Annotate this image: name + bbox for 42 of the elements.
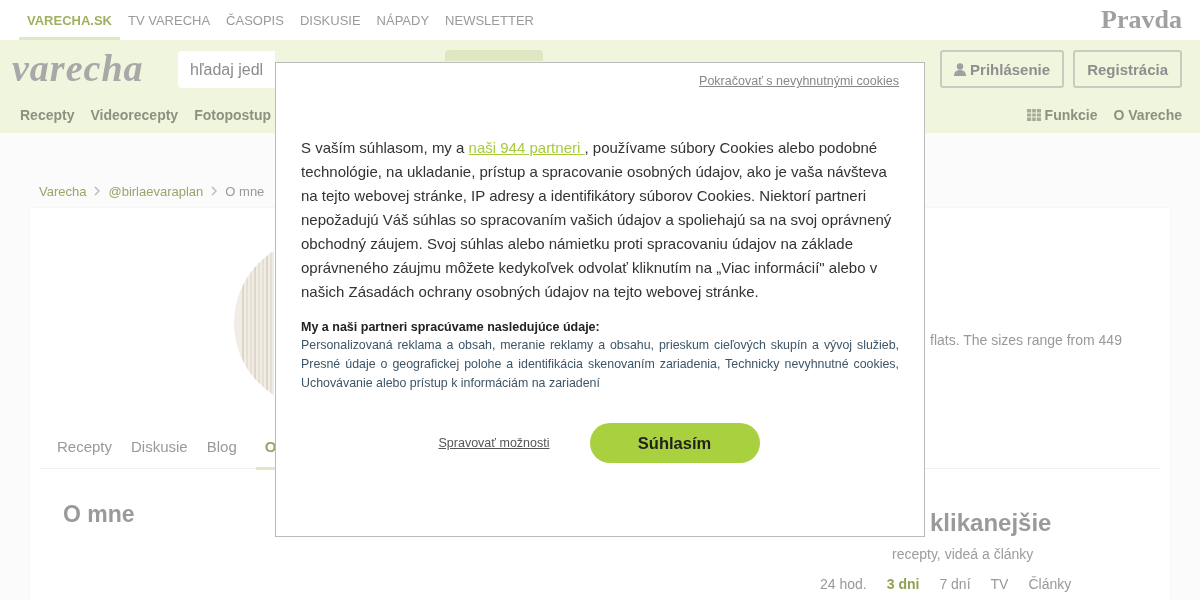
search-field[interactable]: hľadaj jedl [178,51,275,88]
period-tab[interactable]: TV [990,576,1009,592]
consent-text: S vaším súhlasom, my a naši 944 partneri , používame súbory Cookies alebo podobné technológie, na ukladanie, prístup a spracovanie osobných údajov, ako je vaša návšteva na tejto webovej stránke, IP adresy a identifikátory súborov Cookies. Niektorí partneri nepožadujú Váš súhlas so spracovaním vašich údajov a spoliehajú sa na svoj oprávnený obchodný záujem. Svoj súhlas alebo námietku proti spracovaniu údajov na základe oprávneného záujmu môžete kedykoľvek odvolať kliknutím na „Viac informácií" alebo v našich Zásadách ochrany osobných údajov na tejto webovej stránke. [301,138,893,302]
chevron-icon [94,186,101,196]
main-nav-link[interactable]: Funkcie [1026,107,1098,123]
purposes-text: Personalizovaná reklama a obsah, meranie reklamy a obsahu, prieskum cieľových skupín a vývoj služieb, Presné údaje o geografickej polohe a identifikácia skenovaním zariadenia, Technicky nevyhnutné cookies, Uchovávanie alebo prístup k informáciám na zariadení [301,337,899,392]
manage-options-link[interactable]: Spravovať možnosti [438,436,550,450]
period-tab[interactable]: 24 hod. [820,576,867,592]
accept-button[interactable]: Súhlasím [589,423,760,463]
site-logo[interactable]: varecha [12,46,178,90]
register-button[interactable]: Registrácia [1073,50,1182,88]
period-tab[interactable]: 7 dní [939,576,971,592]
section-subtitle: recepty, videá a články [892,546,1035,562]
breadcrumb-link[interactable]: @birlaevaraplan [108,183,204,199]
search-button[interactable] [445,50,543,61]
continue-link[interactable]: Pokračovať s nevyhnutnými cookies [699,74,899,88]
top-nav-link[interactable]: DISKUSIE [291,3,369,40]
top-nav-link[interactable]: NÁPADY [368,3,438,40]
brand-logo[interactable]: Pravda [1101,5,1182,35]
table-icon [1026,109,1041,121]
user-icon [954,62,967,76]
main-nav-link[interactable]: Fotopostup [194,107,272,123]
breadcrumb-current: O mne [225,183,265,199]
purposes-heading: My a naši partneri spracúvame nasledujúce údaje: [301,320,601,334]
section-title: O mne [63,501,135,529]
partners-link[interactable]: naši 944 partneri [468,139,585,156]
period-tab[interactable]: 3 dni [886,576,920,592]
breadcrumb-link[interactable]: Varecha [39,183,87,199]
profile-tab[interactable]: Diskusie [131,438,198,470]
period-tab[interactable]: Články [1028,576,1072,592]
login-button[interactable]: Prihlásenie [940,50,1065,88]
main-nav-link[interactable]: Recepty [20,107,75,123]
top-nav-link[interactable]: ČASOPIS [218,3,292,40]
main-nav-link[interactable]: Videorecepty [90,107,179,123]
profile-tab[interactable]: Blog [206,438,247,470]
profile-tab[interactable]: Recepty [57,438,123,470]
section-title: klikanejšie [930,509,1053,537]
top-nav-link[interactable]: TV VARECHA [120,3,219,40]
profile-bio: flats. The sizes range from 449 [930,332,1122,350]
chevron-icon [211,186,218,196]
top-nav-link[interactable]: NEWSLETTER [437,3,542,40]
main-nav-link[interactable]: O Vareche [1113,107,1182,123]
